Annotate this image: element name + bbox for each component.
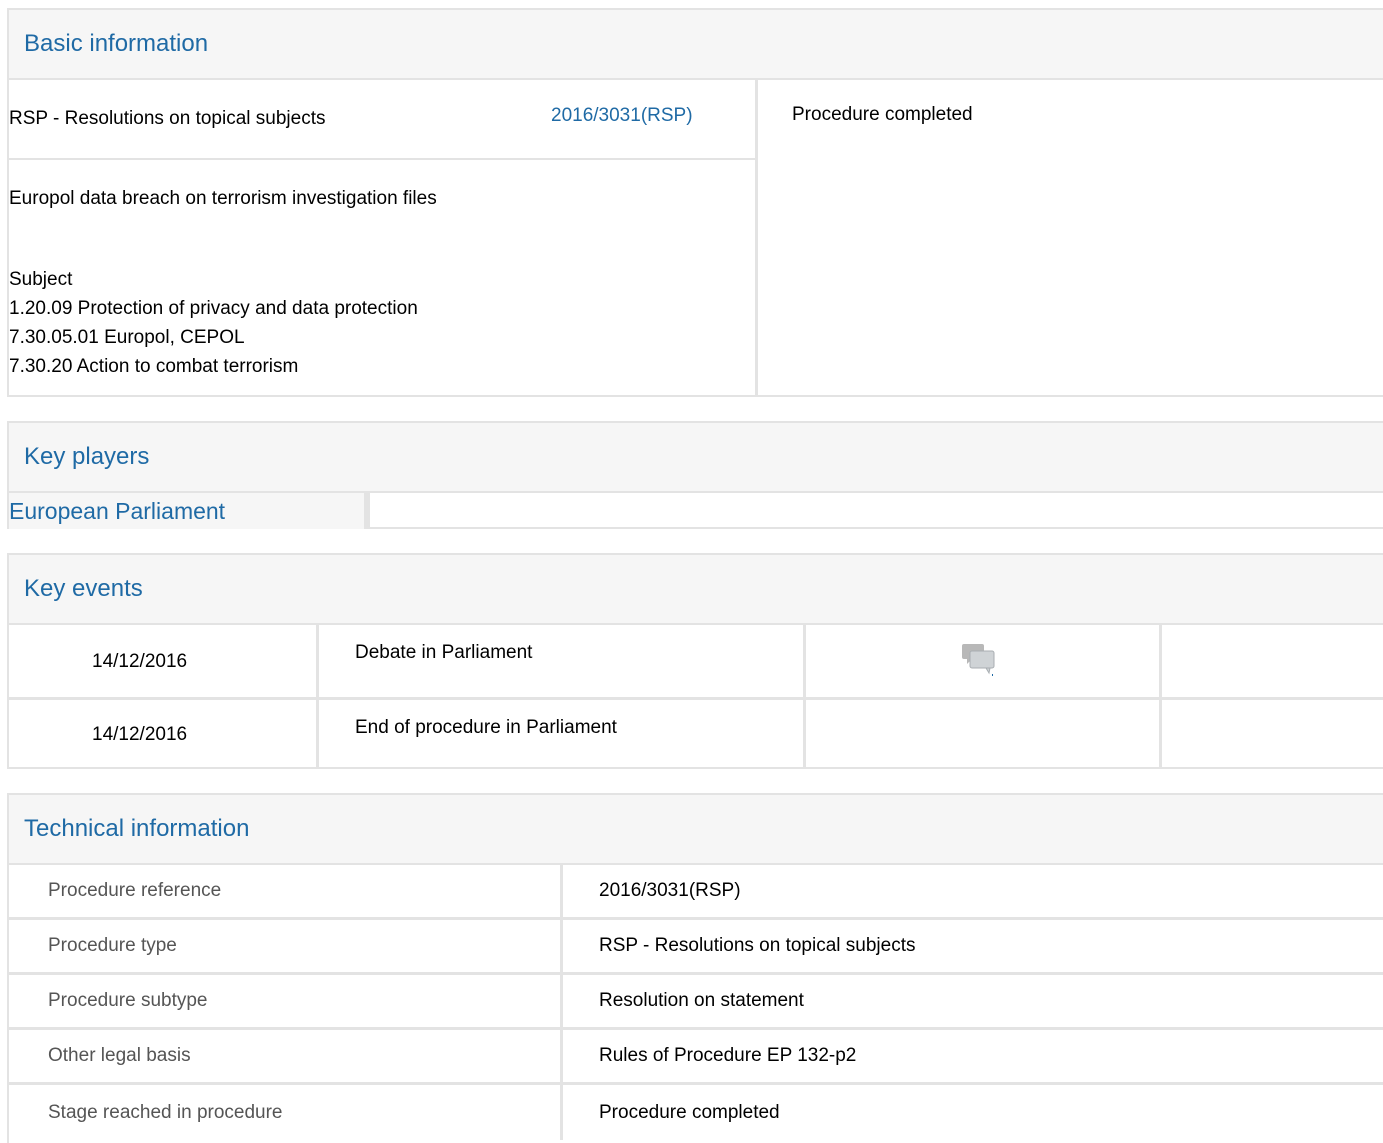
key-players-section: Key players European Parliament: [7, 421, 1383, 529]
event-date-cell: 14/12/2016: [9, 700, 319, 769]
technical-row: Procedure reference 2016/3031(RSP): [9, 865, 1383, 920]
subject-heading: Subject: [9, 269, 73, 290]
event-date-cell: 14/12/2016: [9, 625, 319, 697]
subject-item: 1.20.09 Protection of privacy and data p…: [9, 298, 418, 319]
procedure-status: Procedure completed: [792, 104, 973, 125]
subject-item: 7.30.20 Action to combat terrorism: [9, 356, 299, 377]
technical-label: Procedure reference: [9, 865, 563, 917]
event-row: 14/12/2016 Debate in Parliament: [9, 625, 1383, 700]
event-description-cell: End of procedure in Parliament: [319, 700, 806, 769]
technical-label: Stage reached in procedure: [9, 1085, 563, 1140]
technical-value: Rules of Procedure EP 132-p2: [599, 1045, 857, 1066]
procedure-type-row: RSP - Resolutions on topical subjects 20…: [9, 80, 755, 160]
technical-row: Procedure type RSP - Resolutions on topi…: [9, 920, 1383, 975]
subject-item: 7.30.05.01 Europol, CEPOL: [9, 327, 245, 348]
subject-block: Subject 1.20.09 Protection of privacy an…: [9, 265, 418, 381]
technical-row: Other legal basis Rules of Procedure EP …: [9, 1030, 1383, 1085]
technical-label: Other legal basis: [9, 1030, 563, 1082]
basic-information-heading: Basic information: [9, 10, 1383, 80]
procedure-type-text: RSP - Resolutions on topical subjects: [9, 108, 326, 129]
procedure-title: Europol data breach on terrorism investi…: [9, 188, 437, 209]
technical-information-section: Technical information Procedure referenc…: [7, 793, 1383, 1143]
technical-row: Procedure subtype Resolution on statemen…: [9, 975, 1383, 1030]
key-players-heading: Key players: [9, 423, 1383, 493]
technical-value: Procedure completed: [599, 1101, 780, 1123]
event-date: 14/12/2016: [92, 724, 188, 745]
key-events-heading: Key events: [9, 555, 1383, 625]
technical-label: Procedure subtype: [9, 975, 563, 1027]
event-row: 14/12/2016 End of procedure in Parliamen…: [9, 700, 1383, 769]
key-events-section: Key events 14/12/2016 Debate in Parliame…: [7, 553, 1383, 769]
technical-value: Resolution on statement: [599, 990, 804, 1011]
technical-label: Procedure type: [9, 920, 563, 972]
event-description: Debate in Parliament: [355, 642, 533, 663]
technical-information-heading: Technical information: [9, 795, 1383, 865]
event-summary-cell: [1162, 700, 1383, 769]
european-parliament-link[interactable]: European Parliament: [9, 493, 370, 529]
key-players-row: European Parliament: [9, 493, 1383, 529]
event-document-cell: [806, 625, 1162, 697]
technical-value: RSP - Resolutions on topical subjects: [599, 935, 916, 956]
procedure-reference-link[interactable]: 2016/3031(RSP): [551, 105, 693, 127]
basic-information-left-panel: RSP - Resolutions on topical subjects 20…: [9, 80, 755, 397]
basic-information-status-panel: Procedure completed: [755, 80, 1383, 397]
event-description-cell: Debate in Parliament: [319, 625, 806, 697]
debate-icon[interactable]: [961, 643, 997, 682]
event-date: 14/12/2016: [92, 651, 188, 672]
technical-row: Stage reached in procedure Procedure com…: [9, 1085, 1383, 1140]
event-summary-cell: [1162, 625, 1383, 697]
event-document-cell: [806, 700, 1162, 769]
technical-value: 2016/3031(RSP): [599, 880, 741, 901]
event-description: End of procedure in Parliament: [355, 717, 617, 738]
basic-information-section: Basic information RSP - Resolutions on t…: [7, 8, 1383, 397]
